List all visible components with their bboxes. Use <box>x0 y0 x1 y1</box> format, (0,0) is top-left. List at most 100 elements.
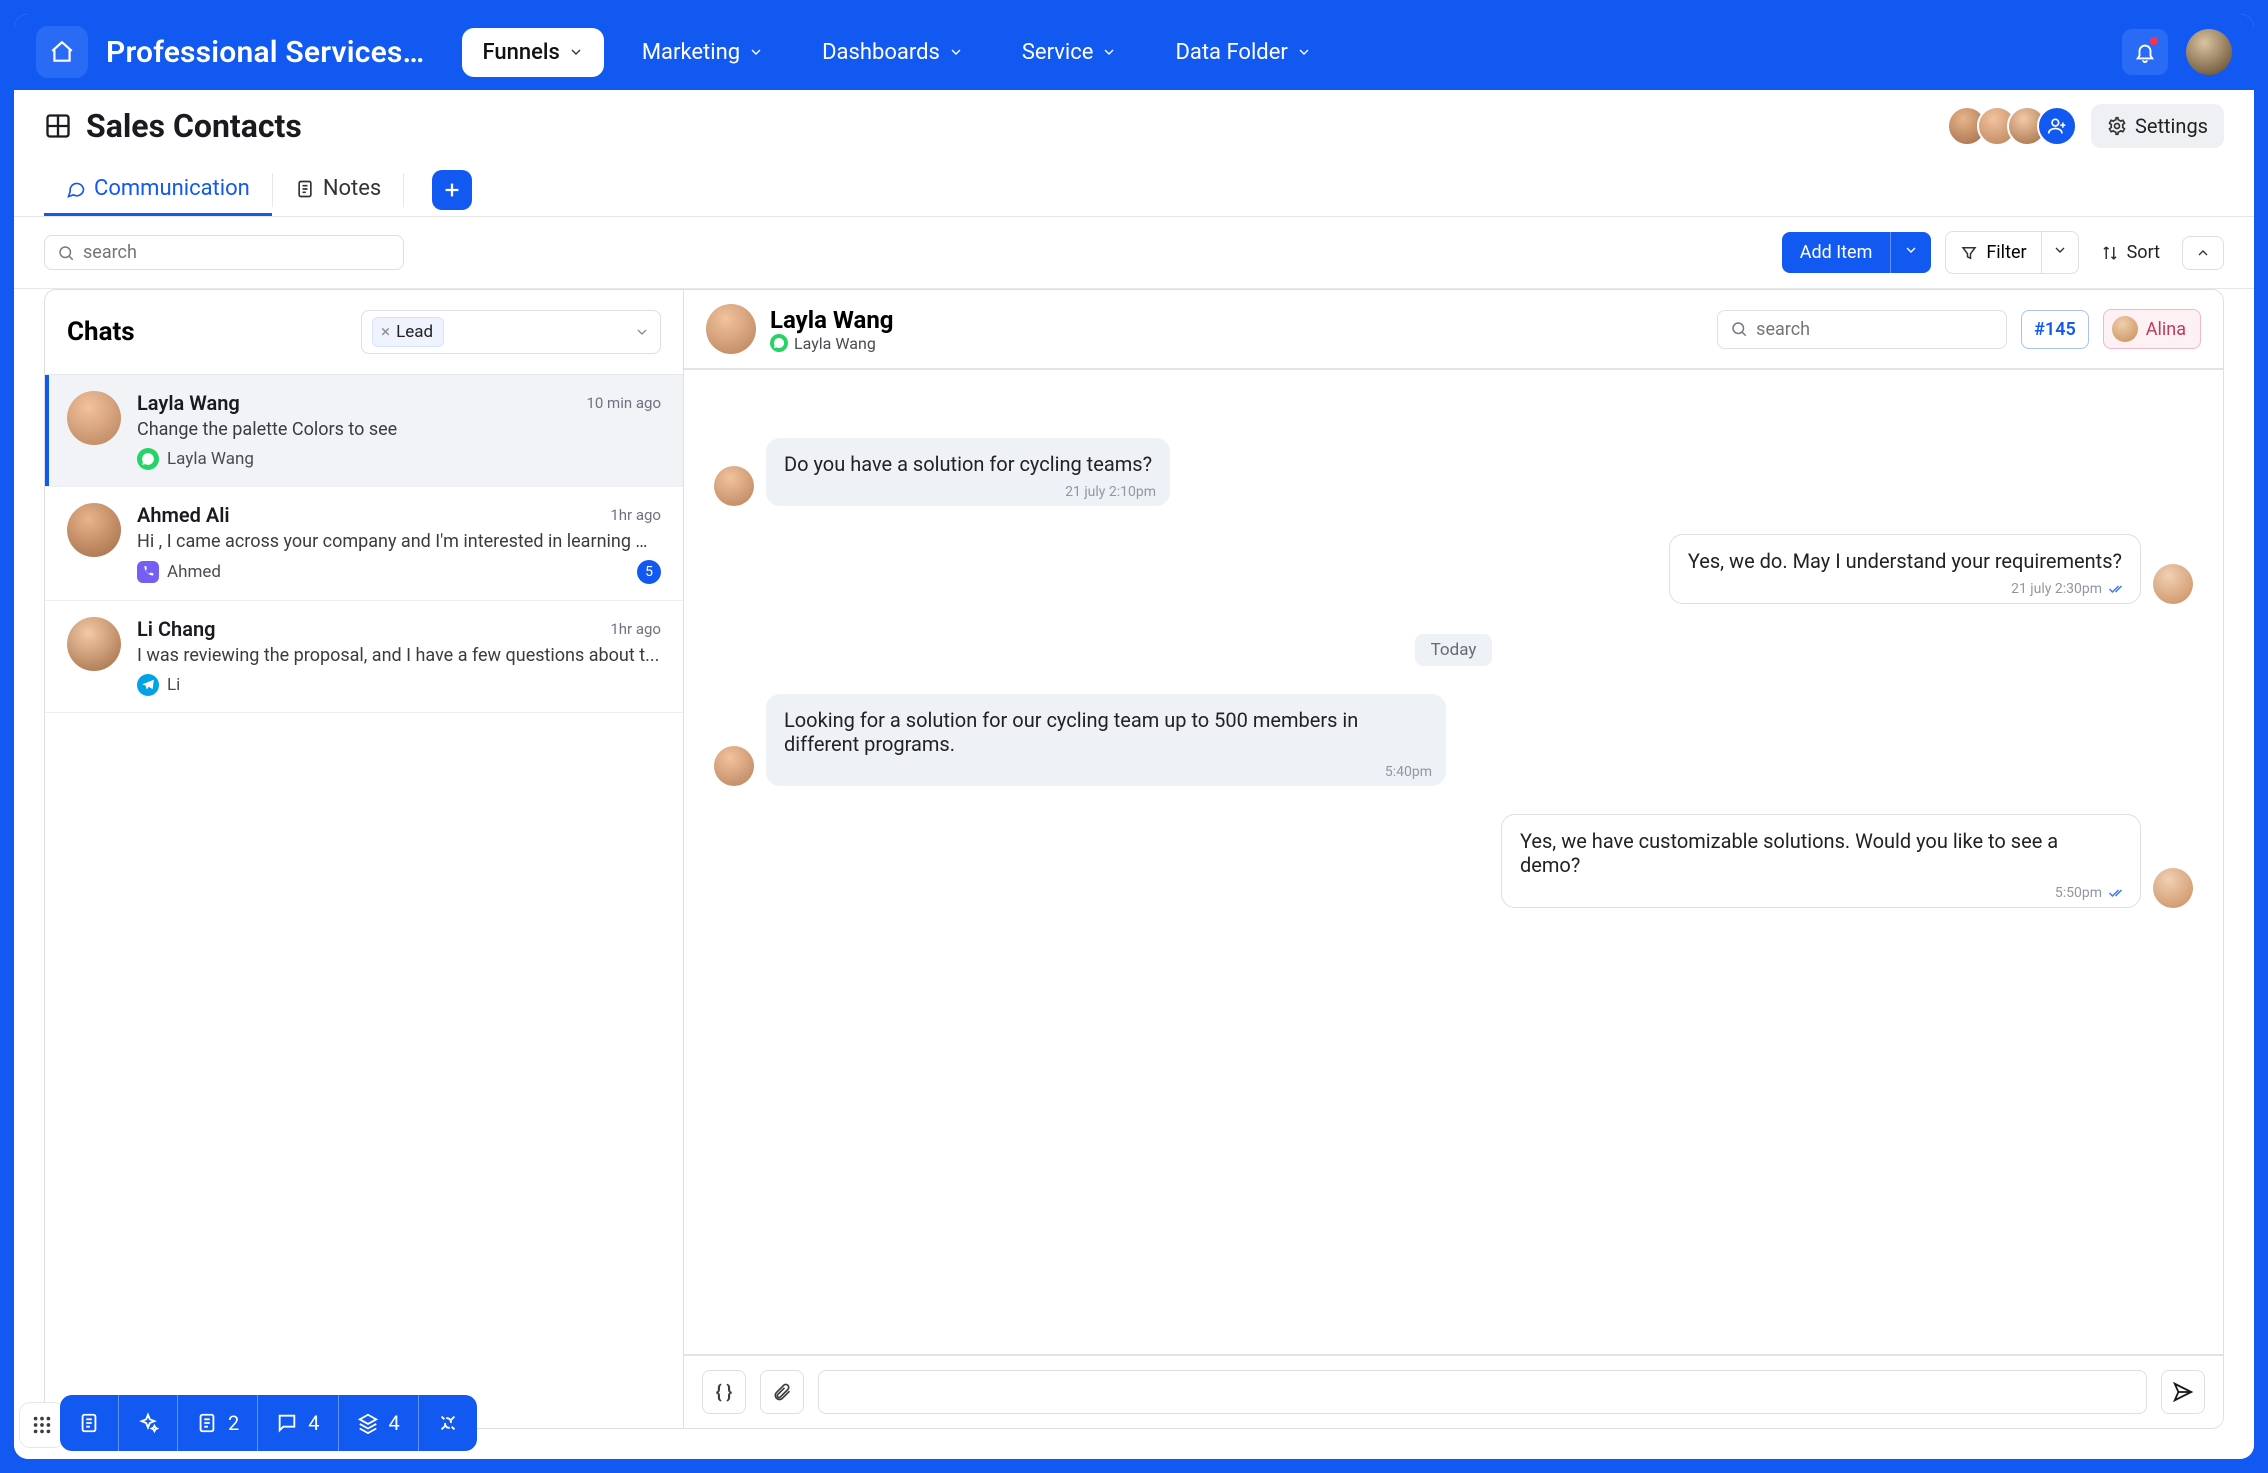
message-outgoing: Yes, we have customizable solutions. Wou… <box>714 814 2193 908</box>
page-header: Sales Contacts Settings <box>14 90 2254 217</box>
send-button[interactable] <box>2161 1370 2205 1414</box>
search-field[interactable] <box>83 242 391 263</box>
avatar <box>67 503 121 557</box>
conversation-header: Layla Wang Layla Wang # <box>684 290 2223 370</box>
chat-preview: Change the palette Colors to see <box>137 419 661 440</box>
chats-title: Chats <box>67 317 135 347</box>
top-nav: Professional Services… Funnels Marketing… <box>14 14 2254 90</box>
chat-item[interactable]: Layla Wang 10 min ago Change the palette… <box>45 375 683 487</box>
nav-tab-dashboards[interactable]: Dashboards <box>802 28 984 77</box>
settings-button[interactable]: Settings <box>2091 104 2224 148</box>
chat-item[interactable]: Ahmed Ali 1hr ago Hi , I came across you… <box>45 487 683 601</box>
chat-source-label: Li <box>167 675 180 695</box>
message-text: Yes, we do. May I understand your requir… <box>1688 549 2122 573</box>
send-icon <box>2172 1381 2194 1403</box>
workspace-title[interactable]: Professional Services… <box>106 35 424 70</box>
nav-tab-label: Dashboards <box>822 40 940 65</box>
bb-doc-button[interactable] <box>60 1395 119 1451</box>
nav-tab-funnels[interactable]: Funnels <box>462 28 603 77</box>
filter-chip-lead[interactable]: × Lead <box>372 317 444 347</box>
message-incoming: Looking for a solution for our cycling t… <box>714 694 2193 786</box>
home-button[interactable] <box>36 26 88 78</box>
chat-count: 4 <box>308 1411 319 1435</box>
message-incoming: Do you have a solution for cycling teams… <box>714 438 2193 506</box>
message-input[interactable] <box>818 1370 2147 1414</box>
date-divider: Today <box>714 634 2193 666</box>
chevron-down-icon <box>948 44 964 60</box>
nav-tab-label: Data Folder <box>1175 40 1287 65</box>
notification-dot-icon <box>2148 35 2160 47</box>
plus-icon <box>441 179 463 201</box>
message-outgoing: Yes, we do. May I understand your requir… <box>714 534 2193 604</box>
collapse-button[interactable] <box>2182 236 2224 270</box>
add-item-button[interactable]: Add Item <box>1782 232 1932 273</box>
bb-doc-count-button[interactable]: 2 <box>178 1395 258 1451</box>
filter-button[interactable]: Filter <box>1945 231 2041 274</box>
user-avatar[interactable] <box>2186 29 2232 75</box>
apps-button[interactable] <box>20 1403 64 1447</box>
chat-time: 10 min ago <box>586 394 661 412</box>
messages-area[interactable]: Do you have a solution for cycling teams… <box>684 370 2223 1354</box>
avatar <box>67 617 121 671</box>
paperclip-icon <box>772 1382 792 1402</box>
bb-ai-button[interactable] <box>119 1395 178 1451</box>
chevron-down-icon <box>1101 44 1117 60</box>
message-time: 5:40pm <box>1385 764 1432 780</box>
bb-layers-button[interactable]: 4 <box>339 1395 419 1451</box>
assignee-name: Alina <box>2146 319 2186 340</box>
avatar <box>67 391 121 445</box>
sort-button[interactable]: Sort <box>2093 232 2168 273</box>
toolbar: Add Item Filter Sort <box>14 217 2254 289</box>
tab-notes[interactable]: Notes <box>273 164 403 216</box>
nav-tab-service[interactable]: Service <box>1002 28 1138 77</box>
avatar <box>714 466 754 506</box>
add-item-dropdown[interactable] <box>1890 232 1931 273</box>
nav-tab-data-folder[interactable]: Data Folder <box>1155 28 1331 77</box>
chat-name: Layla Wang <box>137 391 240 415</box>
chip-label: Lead <box>396 322 433 342</box>
read-ticks-icon <box>2108 887 2126 899</box>
settings-label: Settings <box>2135 114 2208 138</box>
bb-disconnect-button[interactable] <box>419 1395 477 1451</box>
braces-icon: { } <box>716 1382 732 1403</box>
sparkle-icon <box>137 1412 159 1434</box>
chevron-down-icon <box>2052 242 2068 258</box>
chats-filter-select[interactable]: × Lead <box>361 310 661 354</box>
remove-chip-icon[interactable]: × <box>381 322 390 342</box>
chat-source-label: Ahmed <box>167 562 221 582</box>
bb-chat-count-button[interactable]: 4 <box>258 1395 338 1451</box>
filter-label: Filter <box>1986 242 2026 263</box>
layers-icon <box>357 1412 379 1434</box>
filter-dropdown[interactable] <box>2042 231 2079 274</box>
grid-icon <box>44 112 72 140</box>
tab-communication[interactable]: Communication <box>44 164 272 216</box>
add-collaborator-button[interactable] <box>2037 106 2077 146</box>
chat-item[interactable]: Li Chang 1hr ago I was reviewing the pro… <box>45 601 683 713</box>
conversation-search-input[interactable] <box>1717 310 2007 349</box>
conversation-source: Layla Wang <box>794 334 876 353</box>
avatar <box>714 746 754 786</box>
ticket-id-pill[interactable]: #145 <box>2021 310 2089 349</box>
add-tab-button[interactable] <box>432 170 472 210</box>
doc-icon <box>196 1412 218 1434</box>
filter-icon <box>1960 244 1978 262</box>
whatsapp-icon <box>770 334 788 352</box>
nav-tabs: Funnels Marketing Dashboards Service Dat… <box>462 28 1331 77</box>
nav-tab-marketing[interactable]: Marketing <box>622 28 784 77</box>
notifications-button[interactable] <box>2122 29 2168 75</box>
conversation-search-field[interactable] <box>1756 319 1994 340</box>
assignee-pill[interactable]: Alina <box>2103 309 2201 349</box>
chat-list: Layla Wang 10 min ago Change the palette… <box>45 374 683 1428</box>
message-time: 5:50pm <box>2055 885 2102 901</box>
comment-icon <box>276 1412 298 1434</box>
attach-button[interactable] <box>760 1370 804 1414</box>
tab-label: Notes <box>323 176 381 201</box>
search-icon <box>57 244 75 262</box>
collaborators[interactable] <box>1947 106 2077 146</box>
read-ticks-icon <box>2108 583 2126 595</box>
sort-label: Sort <box>2127 242 2160 263</box>
nav-tab-label: Marketing <box>642 40 740 65</box>
template-button[interactable]: { } <box>702 1370 746 1414</box>
chat-time: 1hr ago <box>610 506 661 524</box>
search-input[interactable] <box>44 235 404 270</box>
